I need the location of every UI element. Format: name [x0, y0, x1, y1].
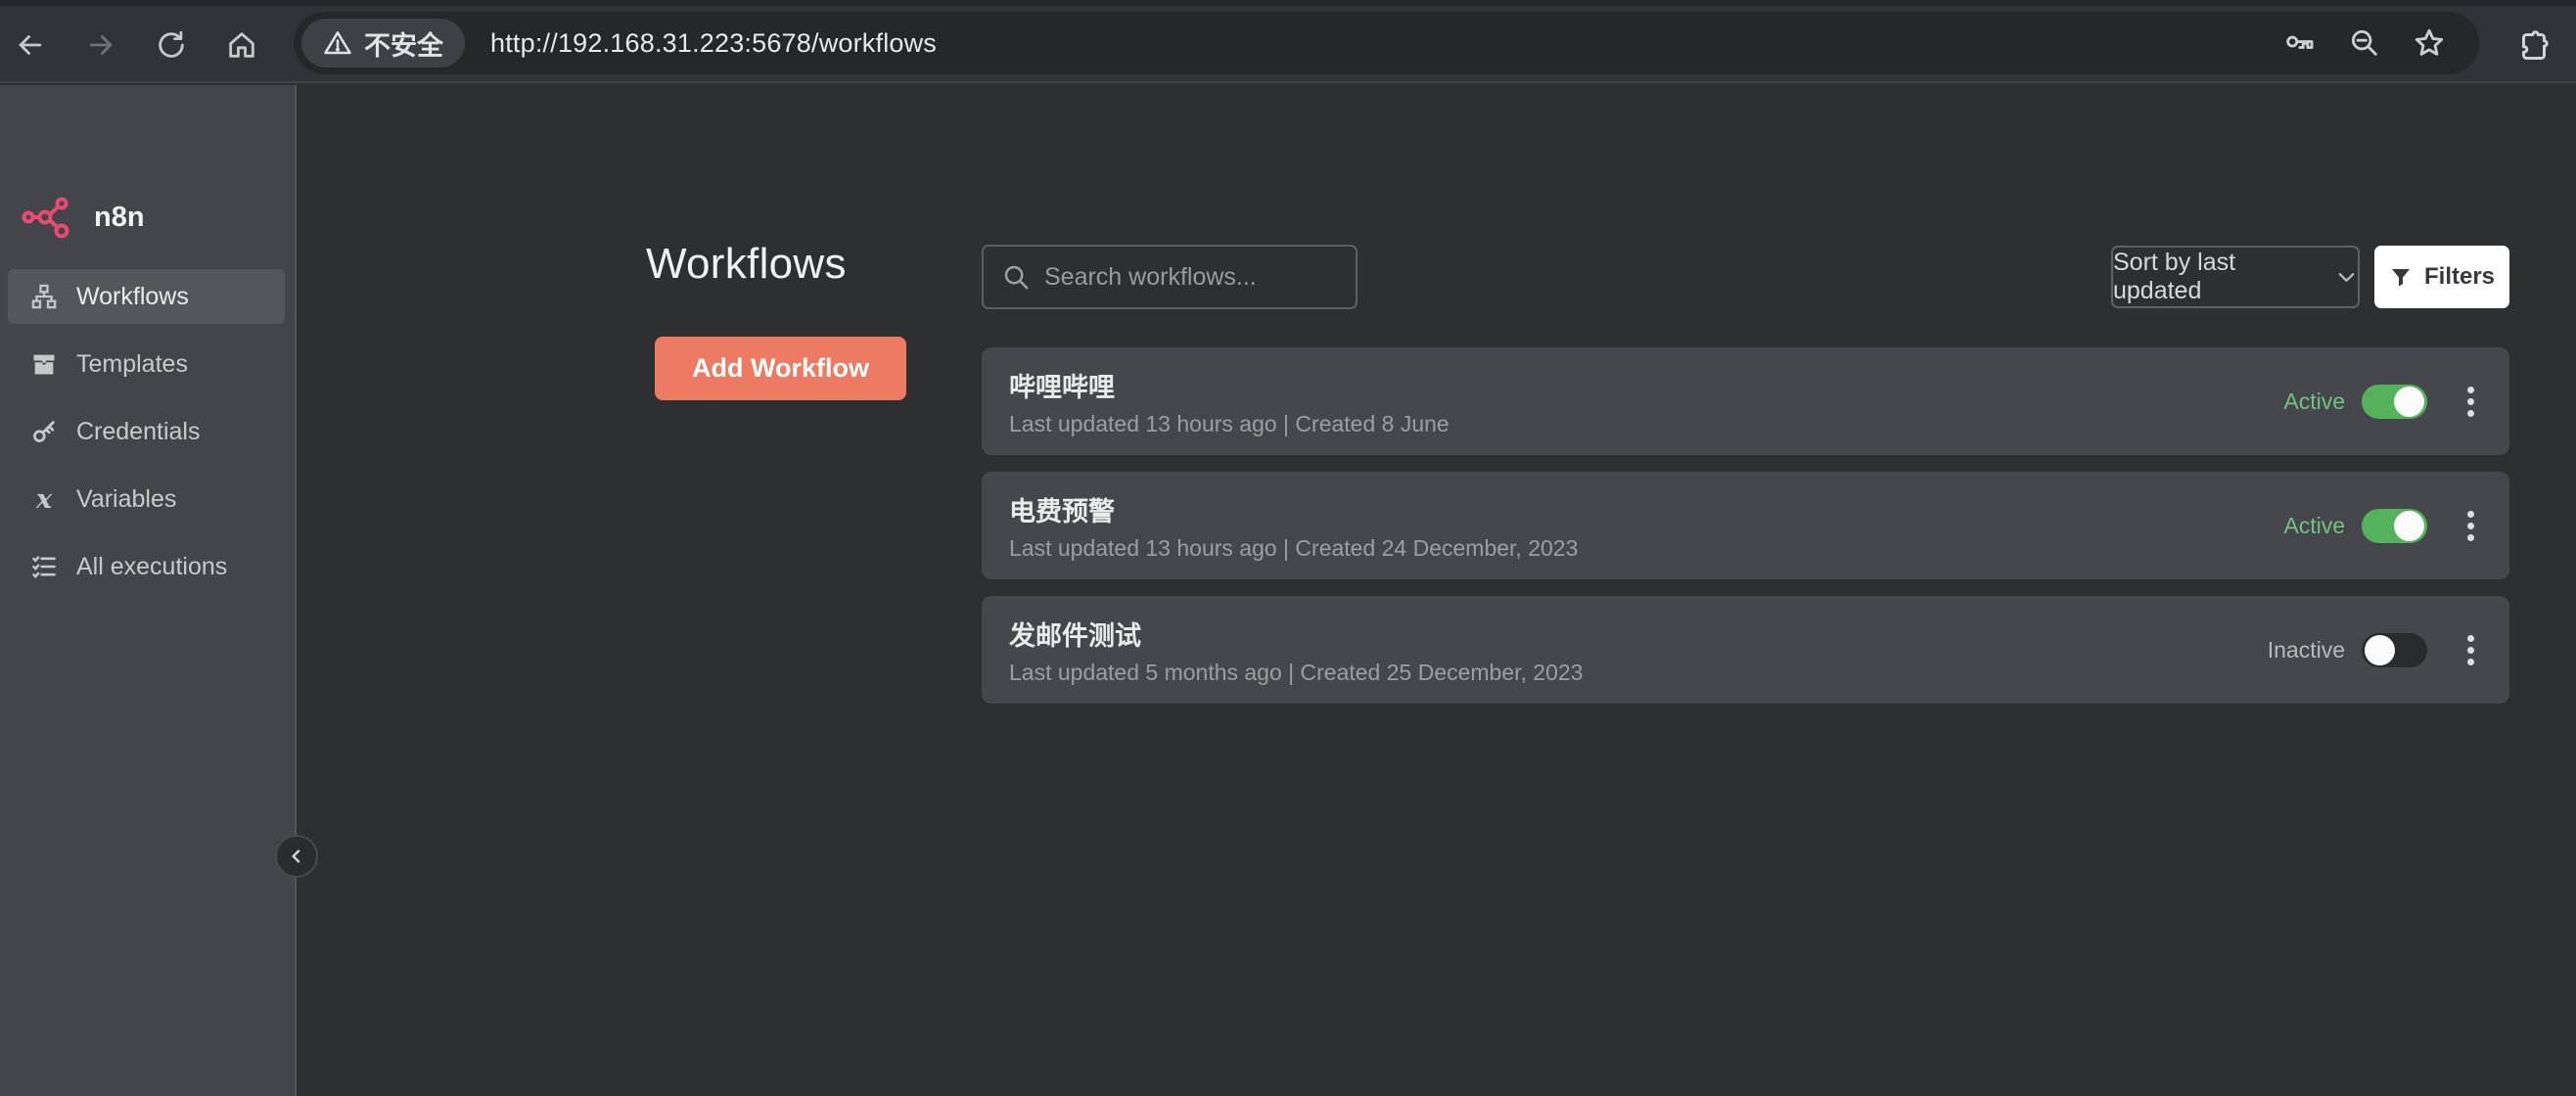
- n8n-logo-icon: [22, 195, 80, 240]
- search-input[interactable]: [1044, 263, 1328, 292]
- chevron-left-icon: [287, 846, 306, 866]
- workflow-card[interactable]: 哔哩哔哩 Last updated 13 hours ago | Created…: [982, 347, 2509, 455]
- workflow-search[interactable]: [982, 245, 1357, 309]
- sidebar-item-templates[interactable]: Templates: [8, 337, 285, 391]
- page-title: Workflows: [646, 240, 847, 289]
- toggle-knob: [2365, 635, 2395, 665]
- sidebar-menu: Workflows Templates Credentials x Variab…: [0, 269, 295, 607]
- workflow-meta: Last updated 5 months ago | Created 25 D…: [1009, 660, 1583, 686]
- sidebar: n8n Workflows Templates Credentials x Va…: [0, 85, 297, 1096]
- zoom-out-icon[interactable]: [2348, 26, 2381, 60]
- filters-label: Filters: [2424, 263, 2495, 291]
- forward-icon: [84, 28, 117, 62]
- browser-toolbar: 不安全 http://192.168.31.223:5678/workflows: [0, 0, 2576, 83]
- executions-list-icon: [29, 552, 59, 581]
- url-text[interactable]: http://192.168.31.223:5678/workflows: [490, 28, 937, 59]
- reload-button[interactable]: [149, 23, 194, 68]
- back-button[interactable]: [8, 23, 53, 68]
- variables-icon: x: [29, 484, 59, 514]
- sidebar-item-workflows[interactable]: Workflows: [8, 269, 285, 324]
- warning-triangle-icon: [323, 28, 352, 58]
- workflow-status-label: Active: [2283, 513, 2345, 539]
- kebab-menu-icon[interactable]: [2461, 505, 2480, 547]
- workflow-meta: Last updated 13 hours ago | Created 24 D…: [1009, 535, 1578, 562]
- add-workflow-button[interactable]: Add Workflow: [655, 337, 906, 400]
- workflow-active-toggle[interactable]: [2362, 633, 2427, 667]
- credentials-key-icon: [29, 417, 59, 446]
- workflow-name[interactable]: 电费预警: [1009, 490, 1578, 528]
- workflow-name[interactable]: 发邮件测试: [1009, 615, 1583, 653]
- sort-dropdown[interactable]: Sort by last updated: [2111, 246, 2360, 308]
- home-button[interactable]: [219, 23, 264, 68]
- workflows-icon: [29, 282, 59, 311]
- workflow-status-label: Active: [2283, 388, 2345, 415]
- main-content: Workflows Sort by last updated Filters A…: [299, 85, 2576, 1096]
- extensions-button[interactable]: [2511, 23, 2556, 68]
- workflow-list: 哔哩哔哩 Last updated 13 hours ago | Created…: [982, 347, 2509, 720]
- forward-button: [78, 23, 123, 68]
- home-icon: [225, 28, 258, 62]
- workflow-active-toggle[interactable]: [2362, 385, 2427, 419]
- sidebar-item-label: Templates: [76, 350, 188, 379]
- add-workflow-label: Add Workflow: [692, 353, 869, 384]
- security-label: 不安全: [364, 24, 443, 63]
- workflow-active-toggle[interactable]: [2362, 509, 2427, 543]
- toggle-knob: [2394, 387, 2424, 417]
- workflow-meta: Last updated 13 hours ago | Created 8 Ju…: [1009, 411, 1449, 437]
- sort-label: Sort by last updated: [2113, 249, 2322, 305]
- sidebar-item-label: Credentials: [76, 418, 200, 446]
- address-bar[interactable]: 不安全 http://192.168.31.223:5678/workflows: [294, 12, 2479, 74]
- sidebar-item-label: Workflows: [76, 283, 189, 311]
- sidebar-item-label: All executions: [76, 553, 227, 581]
- kebab-menu-icon[interactable]: [2461, 381, 2480, 423]
- sidebar-item-variables[interactable]: x Variables: [8, 472, 285, 526]
- sidebar-collapse-button[interactable]: [275, 835, 318, 878]
- sidebar-item-label: Variables: [76, 485, 176, 514]
- reload-icon: [155, 28, 188, 62]
- workflow-name[interactable]: 哔哩哔哩: [1009, 366, 1449, 404]
- search-icon: [1001, 262, 1031, 292]
- sidebar-item-credentials[interactable]: Credentials: [8, 404, 285, 459]
- extensions-icon: [2516, 27, 2552, 63]
- window-frame-strip: [0, 0, 2576, 6]
- chevron-down-icon: [2335, 265, 2358, 289]
- filters-button[interactable]: Filters: [2374, 246, 2509, 308]
- workflow-status-label: Inactive: [2268, 637, 2345, 663]
- templates-icon: [29, 349, 59, 379]
- star-icon[interactable]: [2413, 26, 2446, 60]
- back-icon: [14, 28, 47, 62]
- security-chip[interactable]: 不安全: [301, 19, 465, 68]
- sidebar-item-all-executions[interactable]: All executions: [8, 539, 285, 594]
- toggle-knob: [2394, 511, 2424, 541]
- n8n-logo[interactable]: n8n: [22, 195, 145, 240]
- kebab-menu-icon[interactable]: [2461, 629, 2480, 671]
- workflow-card[interactable]: 发邮件测试 Last updated 5 months ago | Create…: [982, 596, 2509, 704]
- key-icon[interactable]: [2283, 26, 2317, 60]
- logo-text: n8n: [94, 202, 145, 234]
- filter-funnel-icon: [2389, 265, 2413, 289]
- workflow-card[interactable]: 电费预警 Last updated 13 hours ago | Created…: [982, 472, 2509, 579]
